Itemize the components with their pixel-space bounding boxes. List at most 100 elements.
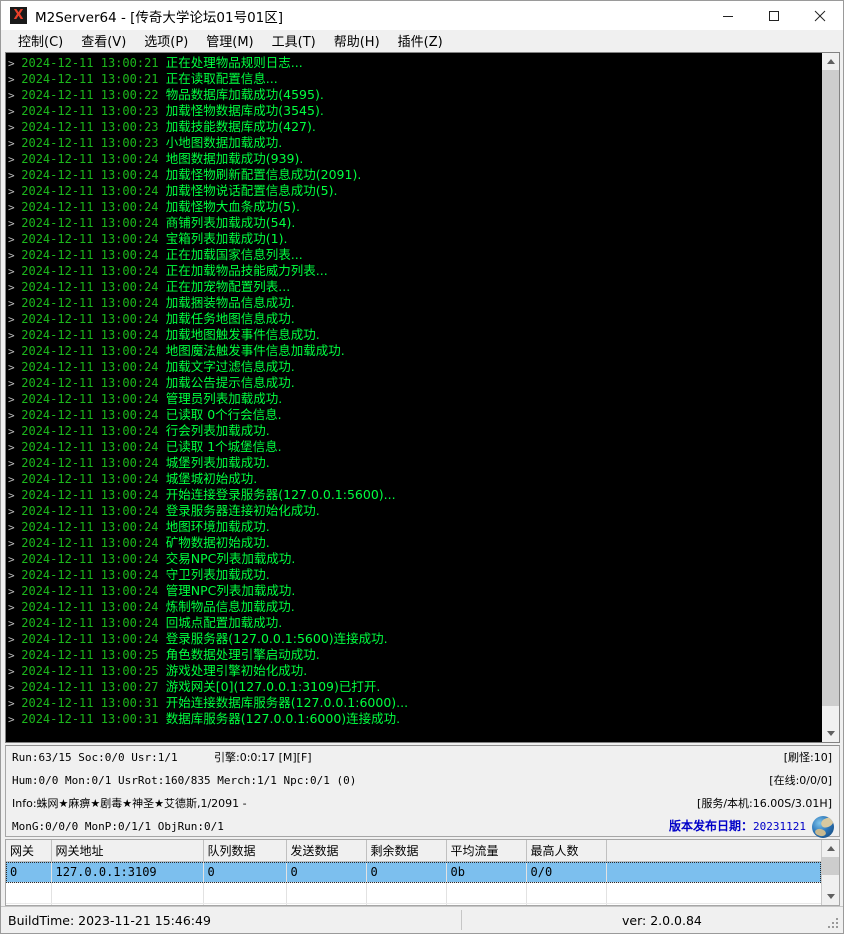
log-message: 矿物数据初始成功. xyxy=(165,535,270,550)
log-line: > 2024-12-11 13:00:24 加载怪物说话配置信息成功(5). xyxy=(8,183,821,199)
table-column-header[interactable]: 平均流量 xyxy=(446,840,527,862)
log-timestamp: 2024-12-11 13:00:24 xyxy=(21,168,166,182)
log-prompt-icon: > xyxy=(8,89,22,102)
log-message: 宝箱列表加载成功(1). xyxy=(165,231,288,246)
log-message: 加载怪物刷新配置信息成功(2091). xyxy=(165,167,362,182)
log-message: 正在加宠物配置列表... xyxy=(165,279,291,294)
table-cell-empty xyxy=(526,903,607,905)
log-timestamp: 2024-12-11 13:00:24 xyxy=(21,456,166,470)
menu-item-options[interactable]: 选项(P) xyxy=(135,30,197,52)
grid-scroll-up-button[interactable] xyxy=(822,840,839,857)
grid-scroll-thumb[interactable] xyxy=(822,857,839,875)
table-row-empty[interactable] xyxy=(6,882,821,904)
menu-item-view[interactable]: 查看(V) xyxy=(72,30,135,52)
log-line: > 2024-12-11 13:00:24 登录服务器连接初始化成功. xyxy=(8,503,821,519)
scroll-up-button[interactable] xyxy=(822,53,839,70)
log-line: > 2024-12-11 13:00:23 加载技能数据库成功(427). xyxy=(8,119,821,135)
maximize-button[interactable] xyxy=(751,1,797,30)
menu-item-tools[interactable]: 工具(T) xyxy=(263,30,325,52)
log-message: 加载任务地图信息成功. xyxy=(165,311,295,326)
table-column-header[interactable]: 队列数据 xyxy=(203,840,287,862)
minimize-button[interactable] xyxy=(705,1,751,30)
table-cell-filler xyxy=(606,861,821,883)
log-message: 数据库服务器(127.0.0.1:6000)连接成功. xyxy=(165,711,401,726)
table-column-header[interactable]: 最高人数 xyxy=(526,840,607,862)
log-line: > 2024-12-11 13:00:24 行会列表加载成功. xyxy=(8,423,821,439)
log-prompt-icon: > xyxy=(8,601,22,614)
log-line: > 2024-12-11 13:00:24 加载公告提示信息成功. xyxy=(8,375,821,391)
info-engine-time: 引擎:0:0:17 [M][F] xyxy=(214,751,312,764)
log-message: 加载公告提示信息成功. xyxy=(165,375,295,390)
log-prompt-icon: > xyxy=(8,617,22,630)
log-timestamp: 2024-12-11 13:00:24 xyxy=(21,584,166,598)
log-line: > 2024-12-11 13:00:23 小地图数据加载成功. xyxy=(8,135,821,151)
log-line: > 2024-12-11 13:00:21 正在处理物品规则日志... xyxy=(8,55,821,71)
log-scroll-thumb[interactable] xyxy=(822,70,839,706)
log-prompt-icon: > xyxy=(8,105,22,118)
log-message: 物品数据库加载成功(4595). xyxy=(165,87,324,102)
status-version: ver: 2.0.0.84 xyxy=(622,912,702,928)
log-message: 正在加载国家信息列表... xyxy=(165,247,303,262)
menu-item-manage[interactable]: 管理(M) xyxy=(197,30,262,52)
log-scroll-track[interactable] xyxy=(822,70,839,725)
grid-scroll-track[interactable] xyxy=(822,857,839,888)
gateway-table-body[interactable]: 网关 网关地址 队列数据 发送数据 剩余数据 平均流量 最高人数 0 127.0.0.1:31… xyxy=(6,840,821,905)
log-line: > 2024-12-11 13:00:24 交易NPC列表加载成功. xyxy=(8,551,821,567)
close-button[interactable] xyxy=(797,1,843,30)
table-cell-empty xyxy=(203,882,287,904)
grid-scroll-down-button[interactable] xyxy=(822,888,839,905)
log-timestamp: 2024-12-11 13:00:24 xyxy=(21,408,166,422)
log-message: 管理员列表加载成功. xyxy=(165,391,283,406)
menu-item-control[interactable]: 控制(C) xyxy=(9,30,72,52)
globe-icon[interactable] xyxy=(812,816,834,838)
log-timestamp: 2024-12-11 13:00:23 xyxy=(21,136,166,150)
log-message: 登录服务器连接初始化成功. xyxy=(165,503,320,518)
menu-item-plugins[interactable]: 插件(Z) xyxy=(389,30,452,52)
log-output[interactable]: > 2024-12-11 13:00:21 正在处理物品规则日志... > 202… xyxy=(6,53,821,742)
table-column-header[interactable]: 发送数据 xyxy=(286,840,367,862)
log-timestamp: 2024-12-11 13:00:24 xyxy=(21,296,166,310)
log-line: > 2024-12-11 13:00:24 登录服务器(127.0.0.1:56… xyxy=(8,631,821,647)
menu-item-help[interactable]: 帮助(H) xyxy=(325,30,389,52)
grid-scrollbar[interactable] xyxy=(821,840,839,905)
table-column-header[interactable]: 网关地址 xyxy=(51,840,204,862)
log-timestamp: 2024-12-11 13:00:25 xyxy=(21,664,166,678)
table-cell-empty xyxy=(51,882,204,904)
table-column-header[interactable]: 剩余数据 xyxy=(366,840,447,862)
log-timestamp: 2024-12-11 13:00:24 xyxy=(21,600,166,614)
scroll-down-button[interactable] xyxy=(822,725,839,742)
log-message: 地图魔法触发事件信息加载成功. xyxy=(165,343,345,358)
chevron-up-icon xyxy=(826,846,835,851)
table-column-header[interactable]: 网关 xyxy=(6,840,52,862)
log-timestamp: 2024-12-11 13:00:24 xyxy=(21,520,166,534)
log-message: 加载技能数据库成功(427). xyxy=(165,119,316,134)
title-bar[interactable]: X M2Server64 - [传奇大学论坛01号01区] xyxy=(1,1,843,30)
log-prompt-icon: > xyxy=(8,345,22,358)
log-timestamp: 2024-12-11 13:00:24 xyxy=(21,232,166,246)
log-timestamp: 2024-12-11 13:00:24 xyxy=(21,472,166,486)
table-row[interactable]: 0 127.0.0.1:3109 0 0 0 0b 0/0 xyxy=(6,861,821,883)
table-cell: 0b xyxy=(446,861,527,883)
log-message: 开始连接数据库服务器(127.0.0.1:6000)... xyxy=(165,695,409,710)
log-message: 行会列表加载成功. xyxy=(165,423,270,438)
log-line: > 2024-12-11 13:00:24 回城点配置加载成功. xyxy=(8,615,821,631)
resize-grip[interactable] xyxy=(828,918,840,930)
log-prompt-icon: > xyxy=(8,489,22,502)
table-cell: 0 xyxy=(286,861,367,883)
log-prompt-icon: > xyxy=(8,633,22,646)
log-prompt-icon: > xyxy=(8,409,22,422)
log-message: 地图数据加载成功(939). xyxy=(165,151,304,166)
log-timestamp: 2024-12-11 13:00:24 xyxy=(21,616,166,630)
log-line: > 2024-12-11 13:00:24 加载任务地图信息成功. xyxy=(8,311,821,327)
log-timestamp: 2024-12-11 13:00:25 xyxy=(21,648,166,662)
log-timestamp: 2024-12-11 13:00:24 xyxy=(21,360,166,374)
app-icon-label: X xyxy=(13,8,24,23)
log-line: > 2024-12-11 13:00:24 城堡列表加载成功. xyxy=(8,455,821,471)
log-message: 地图环境加载成功. xyxy=(165,519,270,534)
window-controls xyxy=(705,1,843,30)
log-timestamp: 2024-12-11 13:00:24 xyxy=(21,488,166,502)
table-row-empty[interactable] xyxy=(6,903,821,905)
log-line: > 2024-12-11 13:00:24 已读取 1个城堡信息. xyxy=(8,439,821,455)
log-scrollbar[interactable] xyxy=(821,53,839,742)
server-info-panel: Run:63/15 Soc:0/0 Usr:1/1 引擎:0:0:17 [M][… xyxy=(5,745,840,838)
